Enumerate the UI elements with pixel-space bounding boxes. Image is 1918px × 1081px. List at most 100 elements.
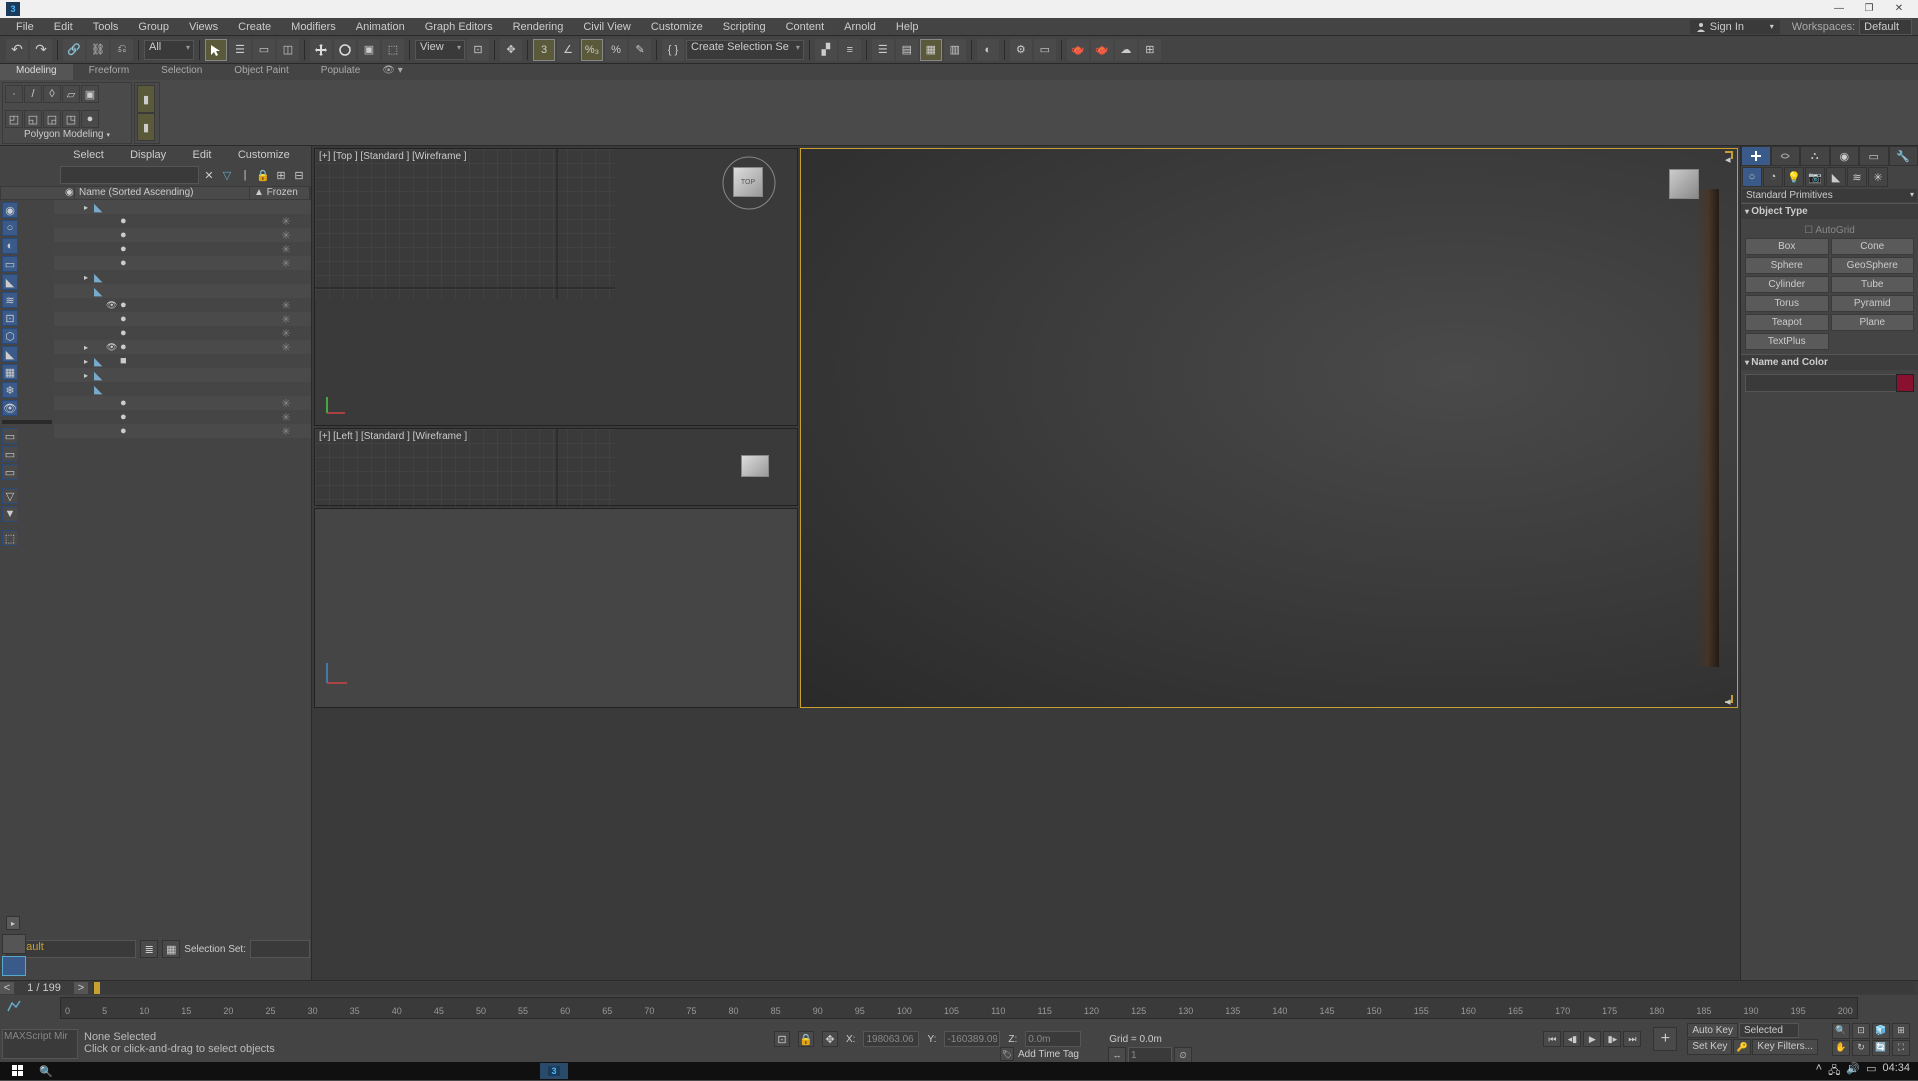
viewport-nav-6[interactable]: ↻ [1852,1040,1870,1056]
scale-button[interactable]: ▣ [358,39,380,61]
scene-row[interactable]: ●✳ [54,424,311,438]
scene-list[interactable]: ▸◣●✳●✳●✳●✳▸◣◣👁●✳●✳●✳▸👁●✳▸◣■▸◣◣●✳●✳●✳ [54,200,311,1020]
edit-named-sel-button[interactable]: ✎ [629,39,651,61]
object-type-cylinder[interactable]: Cylinder [1745,276,1829,293]
menu-content[interactable]: Content [776,19,835,35]
viewport-thumb-2[interactable] [2,956,26,976]
scene-tool-3[interactable]: ▭ [2,464,18,480]
poly-tool-1[interactable]: ◰ [5,110,23,128]
create-helpers-button[interactable]: ◣ [1826,167,1846,187]
menu-scripting[interactable]: Scripting [713,19,776,35]
viewport-nav-3[interactable]: 🧊 [1872,1023,1890,1039]
scene-row[interactable]: ●✳ [54,228,311,242]
menu-edit[interactable]: Edit [44,19,83,35]
filter-frozen-icon[interactable]: ❄ [2,382,18,398]
ribbon-tab-modeling[interactable]: Modeling [0,64,73,80]
scene-row[interactable]: ●✳ [54,326,311,340]
scene-row[interactable]: ▸◣ [54,200,311,214]
rollout-object-type[interactable]: Object Type [1741,203,1918,219]
autogrid-checkbox[interactable]: AutoGrid [1745,223,1914,238]
set-key-large-button[interactable]: + [1653,1027,1677,1051]
current-frame-input[interactable] [1128,1047,1172,1063]
time-tag-icon-button[interactable]: 🏷 [1000,1047,1014,1061]
setkey-button[interactable]: Set Key [1687,1039,1732,1055]
track-prev-button[interactable]: < [0,982,14,994]
material-editor-button[interactable]: ◐ [977,39,999,61]
object-type-tube[interactable]: Tube [1831,276,1915,293]
ribbon-minimize-button[interactable]: 👁 ▾ [376,64,409,80]
x-coord-input[interactable] [863,1031,919,1047]
viewcube-left[interactable] [741,455,769,477]
tray-network-icon[interactable]: 🖧 [1828,1062,1840,1081]
viewport-nav-7[interactable]: 🔄 [1872,1040,1890,1056]
timeline-config-button[interactable] [6,999,22,1013]
scene-row[interactable]: 👁●✳ [54,298,311,312]
cmd-tab-display[interactable]: ▭ [1859,146,1889,166]
viewport-nav-5[interactable]: ✋ [1832,1040,1850,1056]
z-coord-input[interactable] [1025,1031,1081,1047]
layer-tool-1[interactable]: ≣ [140,940,158,958]
poly-element-button[interactable]: ▣ [81,85,99,103]
poly-polygon-button[interactable]: ▱ [62,85,80,103]
viewport-nav-1[interactable]: 🔍 [1832,1023,1850,1039]
scene-search-input[interactable] [60,166,199,184]
add-time-tag-button[interactable]: Add Time Tag [1018,1049,1079,1060]
filter-cameras-icon[interactable]: ◣ [2,274,18,290]
render-iterative-button[interactable]: 🫖 [1091,39,1113,61]
taskbar-3dsmax-button[interactable]: 3 [540,1063,568,1079]
menu-create[interactable]: Create [228,19,281,35]
maximize-button[interactable]: ❐ [1854,1,1884,17]
cmd-tab-hierarchy[interactable]: ⛬ [1800,146,1830,166]
key-step-mode-button[interactable]: ↔ [1108,1047,1126,1063]
scene-menu-customize[interactable]: Customize [238,149,290,161]
menu-customize[interactable]: Customize [641,19,713,35]
scene-row[interactable]: ●✳ [54,256,311,270]
scene-row[interactable]: ▸◣■ [54,354,311,368]
poly-tool-4[interactable]: ◳ [62,110,80,128]
scene-row[interactable]: ▸◣ [54,270,311,284]
manipulate-button[interactable]: ✥ [500,39,522,61]
scene-row[interactable]: ◣ [54,284,311,298]
filter-space-icon[interactable]: ⊡ [2,310,18,326]
placement-button[interactable]: ⬚ [382,39,404,61]
menu-graph-editors[interactable]: Graph Editors [415,19,503,35]
create-spacewarps-button[interactable]: ≋ [1847,167,1867,187]
create-cameras-button[interactable]: 📷 [1805,167,1825,187]
signin-button[interactable]: Sign In ▾ [1690,20,1780,34]
scene-tool-6[interactable]: ⬚ [2,530,18,546]
angle-snap-button[interactable]: ∠ [557,39,579,61]
scene-tool-1[interactable]: ▭ [2,428,18,444]
scene-row[interactable]: ▸👁●✳ [54,340,311,354]
viewcube-top[interactable]: TOP [721,155,777,211]
spinner-snap-button[interactable]: % [605,39,627,61]
scene-expand-button[interactable]: ⊞ [273,167,289,183]
poly-vertex-button[interactable]: · [5,85,23,103]
autokey-button[interactable]: Auto Key [1687,1023,1738,1038]
y-coord-input[interactable] [944,1031,1000,1047]
menu-file[interactable]: File [6,19,44,35]
isolate-selection-button[interactable]: ⊡ [774,1031,790,1047]
scene-tool-2[interactable]: ▭ [2,446,18,462]
rotate-button[interactable] [334,39,356,61]
viewport-thumb-1[interactable] [2,934,26,954]
cmd-tab-modify[interactable] [1771,146,1801,166]
scene-row[interactable]: ●✳ [54,396,311,410]
link-button[interactable]: 🔗 [63,39,85,61]
create-category-select[interactable]: Standard Primitives [1742,189,1917,202]
ref-coord-select[interactable]: View [415,40,465,60]
track-slider[interactable] [92,982,1914,994]
scene-row[interactable]: ▸◣ [54,368,311,382]
window-crossing-button[interactable]: ◫ [277,39,299,61]
viewport-front[interactable] [314,508,798,708]
pivot-button[interactable]: ⊡ [467,39,489,61]
object-type-pyramid[interactable]: Pyramid [1831,295,1915,312]
track-thumb[interactable] [94,982,100,994]
scene-tool-5[interactable]: ▼ [2,506,18,522]
filter-bone-icon[interactable]: ⬡ [2,328,18,344]
menu-group[interactable]: Group [128,19,179,35]
curve-editor-button[interactable]: ▦ [920,39,942,61]
redo-button[interactable]: ↷ [30,39,52,61]
object-type-cone[interactable]: Cone [1831,238,1915,255]
filter-helpers-icon[interactable]: ≋ [2,292,18,308]
tray-clock[interactable]: 04:34 [1882,1062,1910,1081]
